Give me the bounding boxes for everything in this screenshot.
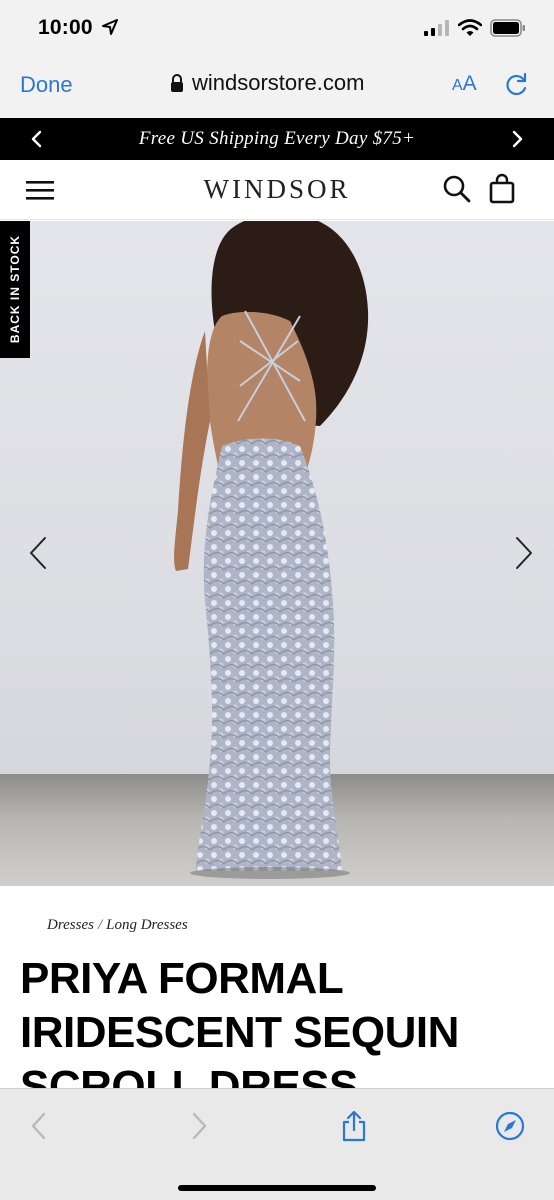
image-next-chevron-icon[interactable]: [512, 535, 536, 571]
done-button[interactable]: Done: [20, 72, 73, 98]
back-in-stock-label: BACK IN STOCK: [8, 234, 22, 344]
breadcrumb-separator: /: [97, 917, 103, 933]
url-text: windsorstore.com: [192, 70, 365, 95]
back-in-stock-badge: BACK IN STOCK: [0, 221, 30, 358]
search-icon[interactable]: [442, 174, 472, 204]
url-field[interactable]: windsorstore.com: [170, 70, 364, 96]
home-indicator[interactable]: [178, 1185, 376, 1191]
product-image[interactable]: [0, 221, 554, 886]
site-header: WINDSOR: [0, 160, 554, 220]
shopping-bag-icon[interactable]: [487, 172, 517, 204]
location-arrow-icon: [102, 19, 118, 35]
compass-icon[interactable]: [495, 1109, 525, 1143]
wifi-icon: [458, 19, 482, 36]
browser-address-bar: Done windsorstore.com AA: [0, 58, 554, 118]
breadcrumb-item-long-dresses[interactable]: Long Dresses: [106, 917, 188, 933]
breadcrumb-item-dresses[interactable]: Dresses: [47, 917, 94, 933]
image-prev-chevron-icon[interactable]: [26, 535, 50, 571]
breadcrumb: Dresses / Long Dresses: [47, 917, 188, 934]
model-in-dress-illustration: [174, 221, 369, 879]
share-icon[interactable]: [339, 1109, 369, 1143]
text-size-button[interactable]: AA: [452, 72, 477, 96]
reload-icon[interactable]: [504, 72, 530, 98]
battery-icon: [490, 19, 525, 37]
status-bar: 10:00: [0, 0, 554, 58]
chevron-right-icon[interactable]: [508, 130, 526, 148]
forward-chevron-icon[interactable]: [184, 1109, 214, 1143]
promo-text[interactable]: Free US Shipping Every Day $75+: [0, 128, 554, 150]
promo-banner: Free US Shipping Every Day $75+: [0, 118, 554, 160]
lock-icon: [171, 74, 183, 92]
text-size-large-label: A: [462, 72, 477, 95]
browser-toolbar: [0, 1088, 554, 1200]
status-time: 10:00: [38, 16, 93, 39]
text-size-small-label: A: [452, 77, 463, 94]
back-chevron-icon[interactable]: [24, 1109, 54, 1143]
cellular-signal-icon: [424, 20, 449, 36]
